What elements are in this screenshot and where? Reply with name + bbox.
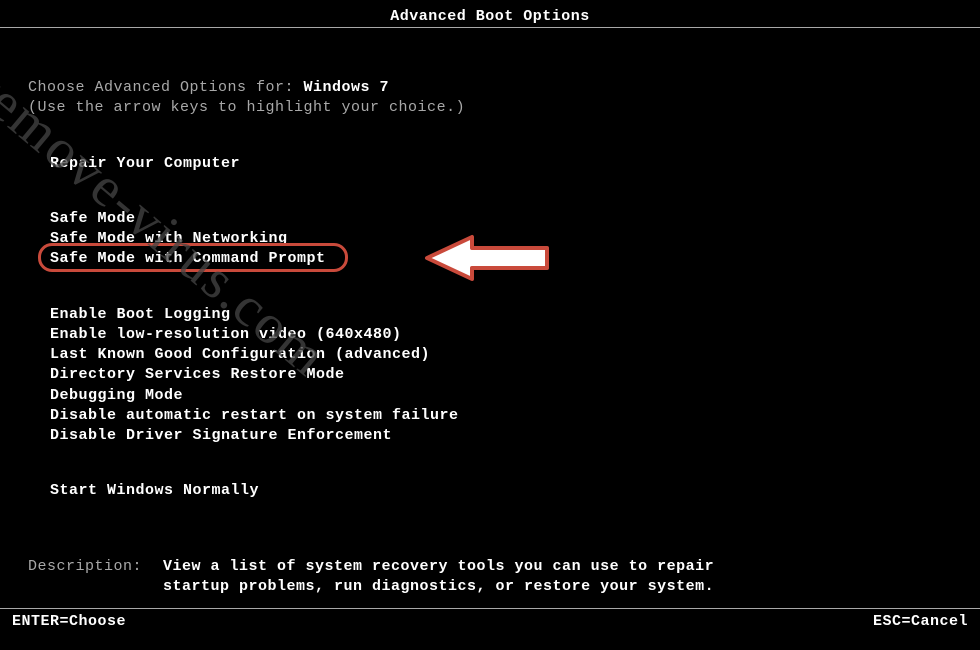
menu-safe-mode-command-prompt[interactable]: Safe Mode with Command Prompt [50,249,326,269]
menu-safe-mode-networking[interactable]: Safe Mode with Networking [50,229,952,249]
intro-hint: (Use the arrow keys to highlight your ch… [28,98,952,118]
menu-start-normally[interactable]: Start Windows Normally [50,481,952,501]
page-title: Advanced Boot Options [0,0,980,28]
footer-enter: ENTER=Choose [12,613,126,630]
menu-safe-mode[interactable]: Safe Mode [50,209,952,229]
intro-prefix: Choose Advanced Options for: [28,79,304,96]
footer-bar: ENTER=Choose ESC=Cancel [0,608,980,630]
menu-repair-computer[interactable]: Repair Your Computer [50,154,952,174]
menu-low-res-video[interactable]: Enable low-resolution video (640x480) [50,325,952,345]
description-text: View a list of system recovery tools you… [163,557,723,598]
menu-disable-driver-sig[interactable]: Disable Driver Signature Enforcement [50,426,952,446]
content-area: Choose Advanced Options for: Windows 7 (… [0,78,980,597]
menu-last-known-good[interactable]: Last Known Good Configuration (advanced) [50,345,952,365]
menu-disable-auto-restart[interactable]: Disable automatic restart on system fail… [50,406,952,426]
footer-esc: ESC=Cancel [873,613,968,630]
menu-enable-boot-logging[interactable]: Enable Boot Logging [50,305,952,325]
menu-ds-restore[interactable]: Directory Services Restore Mode [50,365,952,385]
boot-menu: Repair Your Computer Safe Mode Safe Mode… [28,154,952,502]
description-block: Description: View a list of system recov… [28,557,952,598]
intro-text: Choose Advanced Options for: Windows 7 (… [28,78,952,119]
description-label: Description: [28,557,163,598]
os-name: Windows 7 [304,79,390,96]
menu-debugging[interactable]: Debugging Mode [50,386,952,406]
